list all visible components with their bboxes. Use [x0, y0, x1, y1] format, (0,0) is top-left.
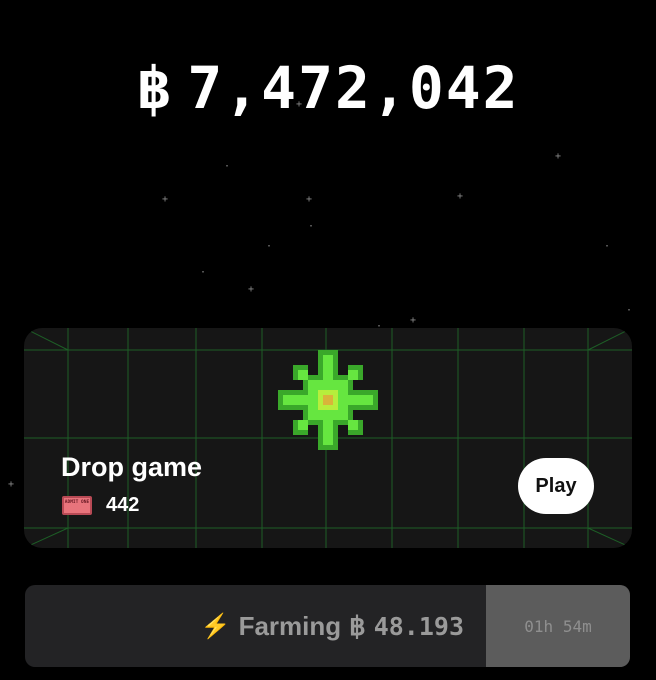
play-button[interactable]: Play — [518, 458, 594, 514]
farming-timer: 01h 54m — [486, 585, 630, 667]
lightning-bolt-icon: ⚡ — [200, 612, 231, 640]
ticket-row: ADMIT ONE 442 — [62, 494, 139, 517]
balance-display: ฿ 7,472,042 — [0, 56, 656, 120]
farming-label-group: ⚡ Farming ฿ 48.193 — [201, 585, 464, 667]
farming-currency-symbol: ฿ — [349, 610, 366, 641]
balance-amount: 7,472,042 — [187, 54, 520, 122]
currency-symbol: ฿ — [136, 54, 174, 122]
drop-game-card[interactable]: Drop game ADMIT ONE 442 Play — [24, 328, 632, 548]
drop-game-title: Drop game — [61, 452, 203, 482]
farming-button[interactable]: ⚡ Farming ฿ 48.193 01h 54m — [25, 585, 630, 667]
ticket-count: 442 — [106, 494, 140, 516]
ticket-icon: ADMIT ONE — [62, 496, 92, 515]
app-screen: + + + + + · · · + + · · + · · ฿ 7,472,042 — [0, 0, 656, 680]
green-snowflake-gem-icon — [278, 350, 378, 450]
farming-amount: 48.193 — [373, 611, 464, 641]
farming-label: Farming — [238, 610, 342, 641]
